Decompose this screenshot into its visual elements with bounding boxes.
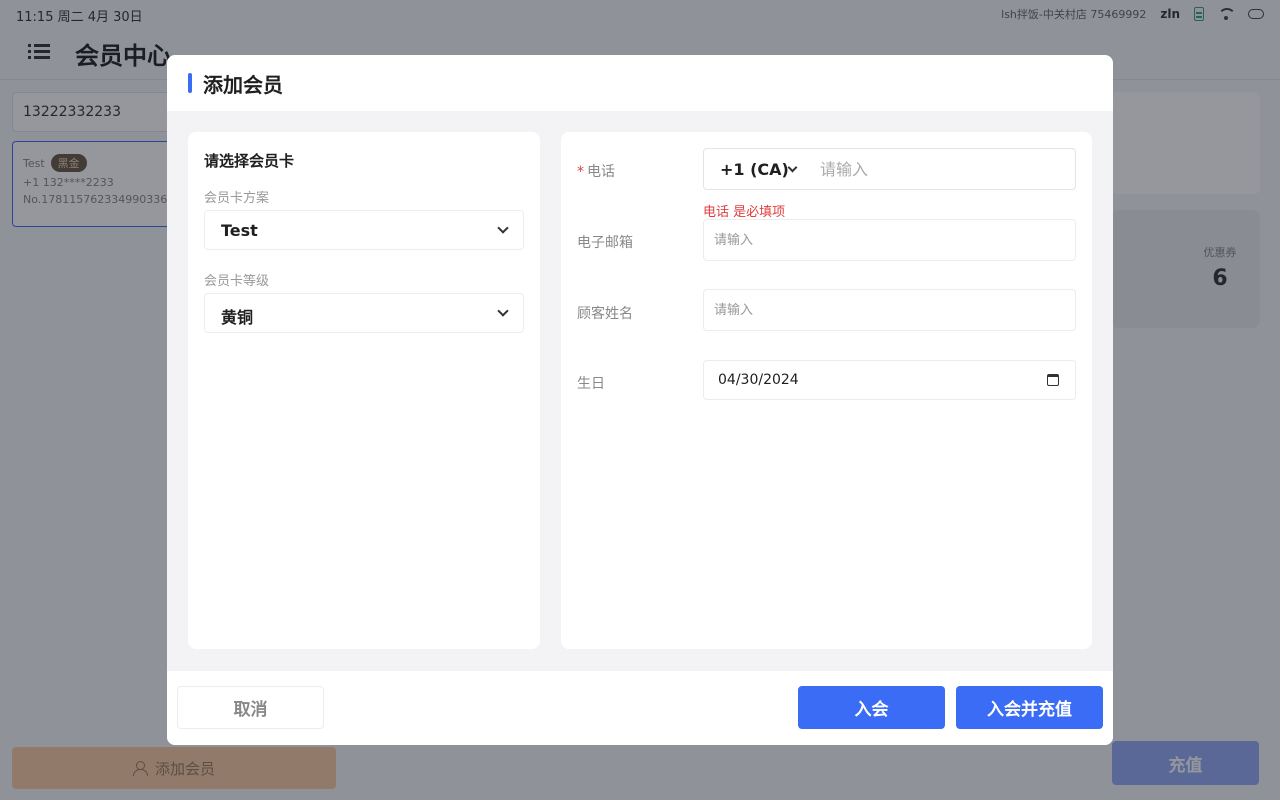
email-label: 电子邮箱 [577,235,633,251]
phone-label-text: 电话 [587,164,615,180]
birthday-value: 04/30/2024 [718,372,799,388]
card-plan-select[interactable]: Test [204,210,524,250]
card-level-select[interactable]: 黄铜 [204,293,524,333]
phone-label: * 电话 [577,161,615,181]
modal-footer: 取消 入会 入会并充值 [167,671,1113,745]
join-button[interactable]: 入会 [798,686,945,729]
add-member-modal: 添加会员 请选择会员卡 会员卡方案 Test 会员卡等级 黄铜 *电话 +1 [167,55,1113,745]
phone-input[interactable] [812,159,1075,179]
birthday-label: 生日 [577,376,605,392]
chevron-down-icon [497,222,509,234]
modal-header: 添加会员 [167,55,1113,111]
customer-name-input[interactable] [703,289,1076,331]
card-plan-value: Test [221,221,258,240]
phone-error-message: 电话 是必填项 [703,205,786,220]
card-panel-title: 请选择会员卡 [204,152,295,170]
birthday-date-input[interactable]: 04/30/2024 [703,360,1076,400]
plan-label: 会员卡方案 [204,191,270,206]
modal-body: 请选择会员卡 会员卡方案 Test 会员卡等级 黄铜 *电话 +1 (CA) [167,111,1113,671]
calendar-icon[interactable] [1047,374,1059,386]
cancel-button[interactable]: 取消 [177,686,324,729]
chevron-down-icon [497,305,509,317]
member-form-panel: *电话 +1 (CA) 电话 是必填项 电子邮箱 顾客姓名 生日 04/30/2… [561,132,1092,649]
phone-field: +1 (CA) [703,148,1076,190]
modal-title: 添加会员 [203,73,283,97]
card-selection-panel: 请选择会员卡 会员卡方案 Test 会员卡等级 黄铜 [188,132,540,649]
join-and-recharge-button[interactable]: 入会并充值 [956,686,1103,729]
country-code-value: +1 (CA) [720,159,789,179]
required-mark: * [577,164,584,180]
card-level-value: 黄铜 [221,308,254,327]
level-label: 会员卡等级 [204,274,270,289]
chevron-down-icon [787,162,798,173]
name-label: 顾客姓名 [577,306,633,322]
country-code-select[interactable]: +1 (CA) [704,149,812,189]
title-accent-bar [188,73,192,93]
email-input[interactable] [703,219,1076,261]
